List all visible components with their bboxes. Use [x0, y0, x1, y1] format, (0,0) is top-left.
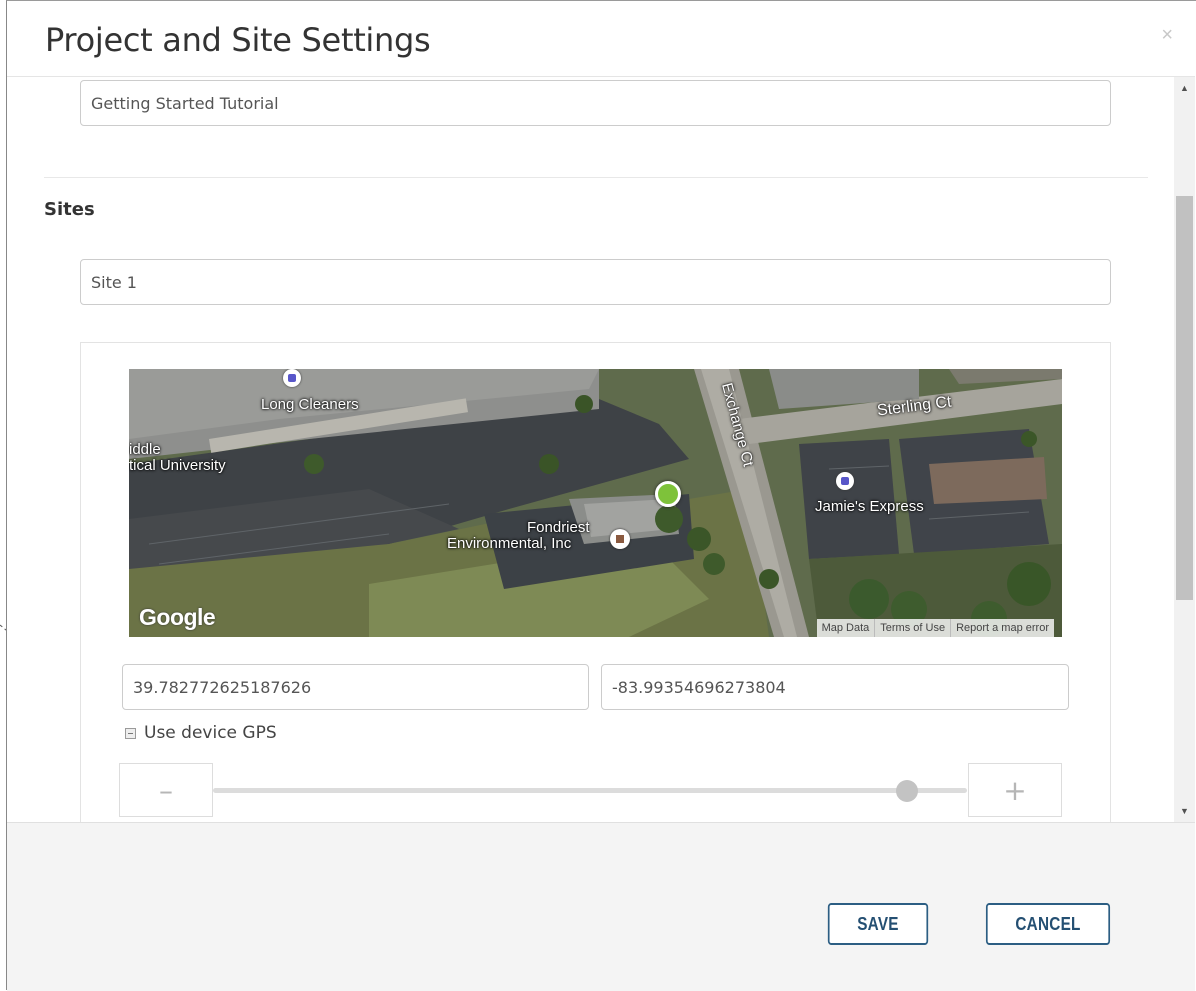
vertical-scrollbar[interactable]: ▲ ▼ — [1174, 77, 1195, 822]
zoom-slider[interactable] — [213, 780, 967, 802]
google-logo: Google — [139, 604, 216, 630]
jamies-express-pin-icon — [836, 472, 854, 490]
modal-footer: SAVE CANCEL — [7, 822, 1195, 991]
use-gps-checkbox[interactable] — [125, 727, 136, 739]
scroll-up-arrow-icon[interactable]: ▲ — [1174, 79, 1195, 97]
report-map-error-link[interactable]: Report a map error — [950, 619, 1054, 637]
long-cleaners-pin-icon — [283, 369, 301, 387]
map-label-fondriest-1: Fondriest — [527, 519, 590, 536]
zoom-increase-button[interactable]: + — [968, 763, 1062, 817]
site-name-input[interactable]: Site 1 — [80, 259, 1111, 305]
map-data-link[interactable]: Map Data — [817, 619, 875, 637]
map-label-fondriest-2: Environmental, Inc — [447, 535, 572, 552]
modal-title: Project and Site Settings — [45, 21, 431, 59]
close-button[interactable]: × — [1161, 25, 1173, 45]
longitude-input[interactable]: -83.99354696273804 — [601, 664, 1069, 710]
sites-section-title: Sites — [44, 199, 95, 220]
scroll-down-arrow-icon[interactable]: ▼ — [1174, 802, 1195, 820]
site-panel: Long Cleaners iddle tical University Exc… — [80, 342, 1111, 822]
site-map[interactable]: Long Cleaners iddle tical University Exc… — [129, 369, 1062, 637]
scrollbar-thumb[interactable] — [1176, 196, 1193, 600]
latitude-input[interactable]: 39.782772625187626 — [122, 664, 589, 710]
map-label-university-1: iddle — [129, 441, 161, 458]
map-label-university-2: tical University — [129, 457, 226, 474]
use-gps-row[interactable]: Use device GPS — [125, 723, 277, 743]
zoom-slider-thumb[interactable] — [895, 780, 918, 802]
map-label-long-cleaners: Long Cleaners — [261, 396, 359, 413]
modal-header: Project and Site Settings × — [7, 1, 1195, 77]
project-name-input[interactable]: Getting Started Tutorial — [80, 80, 1111, 126]
section-divider — [44, 177, 1148, 178]
save-button[interactable]: SAVE — [827, 903, 929, 945]
site-location-marker[interactable] — [655, 481, 681, 507]
fondriest-poi-icon — [610, 529, 630, 549]
use-gps-label: Use device GPS — [144, 723, 277, 743]
settings-modal: Project and Site Settings × Getting Star… — [6, 0, 1196, 991]
zoom-decrease-button[interactable]: – — [119, 763, 213, 817]
map-label-jamies-express: Jamie's Express — [815, 498, 924, 515]
modal-body: Getting Started Tutorial Sites Site 1 Lo… — [7, 77, 1195, 822]
terms-of-use-link[interactable]: Terms of Use — [874, 619, 950, 637]
map-footer: Map Data Terms of Use Report a map error — [816, 619, 1054, 637]
cancel-button[interactable]: CANCEL — [985, 903, 1111, 945]
